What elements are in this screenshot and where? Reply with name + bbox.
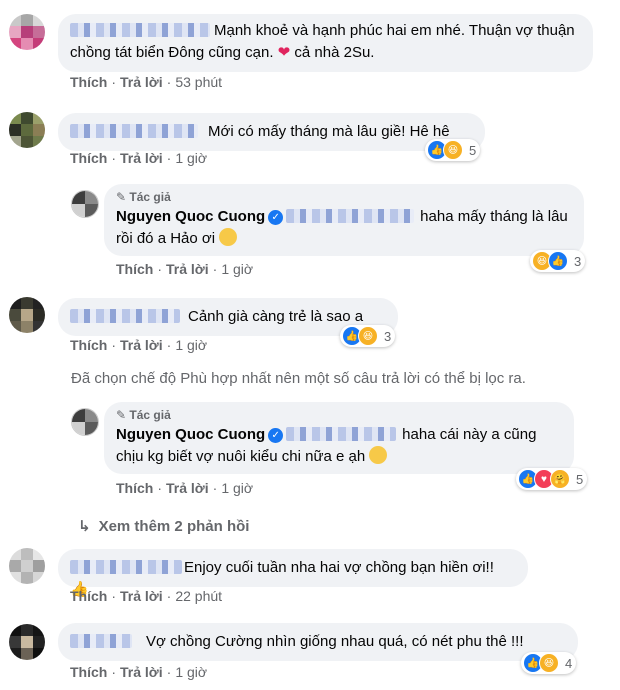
redacted-name[interactable] xyxy=(70,309,180,323)
like-button[interactable]: Thích xyxy=(116,480,153,496)
comment-time[interactable]: 1 giờ xyxy=(175,337,207,353)
reply-button[interactable]: Trả lời xyxy=(120,337,163,353)
author-badge: ✎ Tác giả xyxy=(116,188,572,206)
comment-actions: Thích · Trả lời · 22 phút xyxy=(70,588,223,604)
smile-emoji xyxy=(219,228,238,246)
like-button[interactable]: Thích xyxy=(70,74,107,90)
reactions-summary[interactable]: 👍 😆 4 xyxy=(521,652,577,674)
author-badge: ✎ Tác giả xyxy=(116,406,562,424)
reaction-count: 3 xyxy=(574,253,582,269)
comment-bubble: Vợ chồng Cường nhìn giống nhau quá, có n… xyxy=(58,623,578,661)
haha-reaction-icon: 😆 xyxy=(443,140,463,160)
reply-button[interactable]: Trả lời xyxy=(120,664,163,680)
haha-reaction-icon: 😆 xyxy=(358,326,378,346)
author-avatar[interactable] xyxy=(71,408,99,436)
reply-button[interactable]: Trả lời xyxy=(120,150,163,166)
author-name[interactable]: Nguyen Quoc Cuong xyxy=(116,426,265,443)
redacted-name[interactable] xyxy=(286,427,397,441)
avatar[interactable] xyxy=(9,14,45,50)
reply-actions: Thích · Trả lời · 1 giờ xyxy=(116,261,254,277)
reaction-count: 5 xyxy=(469,142,477,158)
reply-bubble: ✎ Tác giả Nguyen Quoc Cuong ✓ haha cái này… xyxy=(104,402,574,474)
author-badge-label: Tác giả xyxy=(129,408,171,422)
avatar[interactable] xyxy=(9,624,45,660)
comment-time[interactable]: 1 giờ xyxy=(175,150,207,166)
reactions-summary[interactable]: 👍 ♥ 🤗 5 xyxy=(516,468,588,490)
comment-actions: Thích · Trả lời · 1 giờ xyxy=(70,664,208,680)
comment-text: Vợ chồng Cường nhìn giống nhau quá, có n… xyxy=(146,633,524,650)
reply-button[interactable]: Trả lời xyxy=(166,480,209,496)
filter-notice: Đã chọn chế độ Phù hợp nhất nên một số c… xyxy=(71,370,526,387)
redacted-name[interactable] xyxy=(286,209,415,223)
redacted-name[interactable] xyxy=(70,634,132,648)
comment-time[interactable]: 22 phút xyxy=(175,588,222,604)
like-button[interactable]: Thích xyxy=(70,664,107,680)
smile-emoji xyxy=(369,446,388,464)
reply-arrow-icon: ↳ xyxy=(78,518,91,535)
avatar[interactable] xyxy=(9,548,45,584)
pen-icon: ✎ xyxy=(116,408,127,422)
reply-actions: Thích · Trả lời · 1 giờ xyxy=(116,480,254,496)
like-button[interactable]: Thích xyxy=(70,150,107,166)
author-name[interactable]: Nguyen Quoc Cuong xyxy=(116,208,265,225)
reply-button[interactable]: Trả lời xyxy=(120,588,163,604)
comment-text: Cảnh già càng trẻ là sao a xyxy=(188,308,364,325)
comment-text: Enjoy cuối tuần nha hai vợ chồng bạn hiề… xyxy=(184,559,494,576)
reaction-count: 4 xyxy=(565,655,573,671)
pen-icon: ✎ xyxy=(116,190,127,204)
reply-button[interactable]: Trả lời xyxy=(166,261,209,277)
like-button[interactable]: Thích xyxy=(70,337,107,353)
comment-text-tail: cả nhà 2Su. xyxy=(294,44,375,61)
reply-time[interactable]: 1 giờ xyxy=(221,261,253,277)
reply-bubble: ✎ Tác giả Nguyen Quoc Cuong ✓ haha mấy thá… xyxy=(104,184,584,256)
avatar[interactable] xyxy=(9,112,45,148)
avatar[interactable] xyxy=(9,297,45,333)
reactions-summary[interactable]: 😆 👍 3 xyxy=(530,250,586,272)
see-more-label: Xem thêm 2 phản hồi xyxy=(98,518,250,535)
like-reaction-icon: 👍 xyxy=(548,251,568,271)
comment-actions: Thích · Trả lời · 1 giờ xyxy=(70,150,208,166)
redacted-name[interactable] xyxy=(70,124,198,138)
comment-actions: Thích · Trả lời · 1 giờ xyxy=(70,337,208,353)
like-button[interactable]: Thích xyxy=(116,261,153,277)
reaction-count: 5 xyxy=(576,471,584,487)
author-avatar[interactable] xyxy=(71,190,99,218)
comment-bubble: Enjoy cuối tuần nha hai vợ chồng bạn hiề… xyxy=(58,549,528,598)
redacted-name[interactable] xyxy=(70,23,210,37)
reactions-summary[interactable]: 👍 😆 5 xyxy=(425,139,481,161)
care-reaction-icon: 🤗 xyxy=(550,469,570,489)
verified-badge-icon: ✓ xyxy=(268,428,284,443)
verified-badge-icon: ✓ xyxy=(268,210,284,225)
comment-text: Mới có mấy tháng mà lâu giề! Hê hê xyxy=(208,123,450,140)
reaction-count: 3 xyxy=(384,328,392,344)
comment-time[interactable]: 1 giờ xyxy=(175,664,207,680)
comment-bubble: Mới có mấy tháng mà lâu giề! Hê hê xyxy=(58,113,485,151)
comment-time[interactable]: 53 phút xyxy=(175,74,222,90)
author-badge-label: Tác giả xyxy=(129,190,171,204)
reply-time[interactable]: 1 giờ xyxy=(221,480,253,496)
redacted-name[interactable] xyxy=(70,560,182,574)
comment-bubble: Mạnh khoẻ và hạnh phúc hai em nhé. Thuận… xyxy=(58,14,593,72)
reactions-summary[interactable]: 👍 😆 3 xyxy=(340,325,396,347)
comment-actions: Thích · Trả lời · 53 phút xyxy=(70,74,223,90)
reply-button[interactable]: Trả lời xyxy=(120,74,163,90)
see-more-replies[interactable]: ↳ Xem thêm 2 phản hồi xyxy=(78,517,249,535)
like-button[interactable]: Thích xyxy=(70,588,107,604)
haha-reaction-icon: 😆 xyxy=(539,653,559,673)
heart-emoji: ❤ xyxy=(277,44,291,61)
